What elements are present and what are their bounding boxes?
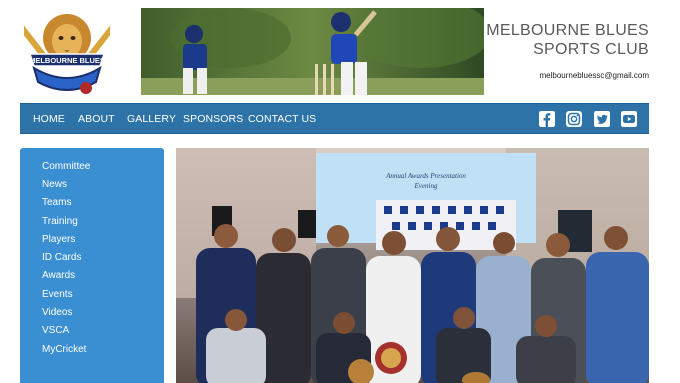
instagram-icon[interactable] [566, 111, 582, 127]
sidebar-item-committee[interactable]: Committee [42, 161, 90, 172]
awards-group-photo: Annual Awards Presentation Evening [176, 148, 649, 383]
club-logo[interactable]: MELBOURNE BLUES [14, 8, 120, 96]
youtube-icon[interactable] [621, 111, 637, 127]
sidebar-item-players[interactable]: Players [42, 234, 75, 245]
sidebar-item-teams[interactable]: Teams [42, 197, 71, 208]
sidebar-item-events[interactable]: Events [42, 289, 73, 300]
screen-text-line1: Annual Awards Presentation [385, 172, 466, 180]
sidebar-item-training[interactable]: Training [42, 216, 78, 227]
facebook-icon[interactable] [539, 111, 555, 127]
main-nav: HOME ABOUT GALLERY SPONSORS CONTACT US [20, 103, 649, 134]
club-email-link[interactable]: melbournebluessc@gmail.com [540, 71, 650, 80]
logo-banner-text: MELBOURNE BLUES [29, 56, 105, 65]
twitter-icon[interactable] [594, 111, 610, 127]
nav-contact-us[interactable]: CONTACT US [248, 113, 316, 125]
club-title: MELBOURNE BLUES SPORTS CLUB [486, 21, 649, 59]
club-title-line1: MELBOURNE BLUES [486, 22, 649, 39]
sidebar-item-id-cards[interactable]: ID Cards [42, 252, 81, 263]
sidebar-item-mycricket[interactable]: MyCricket [42, 344, 86, 355]
sidebar-item-videos[interactable]: Videos [42, 307, 72, 318]
sidebar-item-news[interactable]: News [42, 179, 67, 190]
nav-home[interactable]: HOME [33, 113, 65, 125]
nav-sponsors[interactable]: SPONSORS [183, 113, 243, 125]
sidebar-item-vsca[interactable]: VSCA [42, 325, 69, 336]
sidebar-menu: Committee News Teams Training Players ID… [20, 148, 164, 383]
screen-text-line2: Evening [414, 182, 438, 190]
hero-banner-image [141, 8, 484, 95]
nav-about[interactable]: ABOUT [78, 113, 115, 125]
club-title-line2: SPORTS CLUB [533, 41, 649, 58]
sidebar-item-awards[interactable]: Awards [42, 270, 75, 281]
nav-gallery[interactable]: GALLERY [127, 113, 176, 125]
